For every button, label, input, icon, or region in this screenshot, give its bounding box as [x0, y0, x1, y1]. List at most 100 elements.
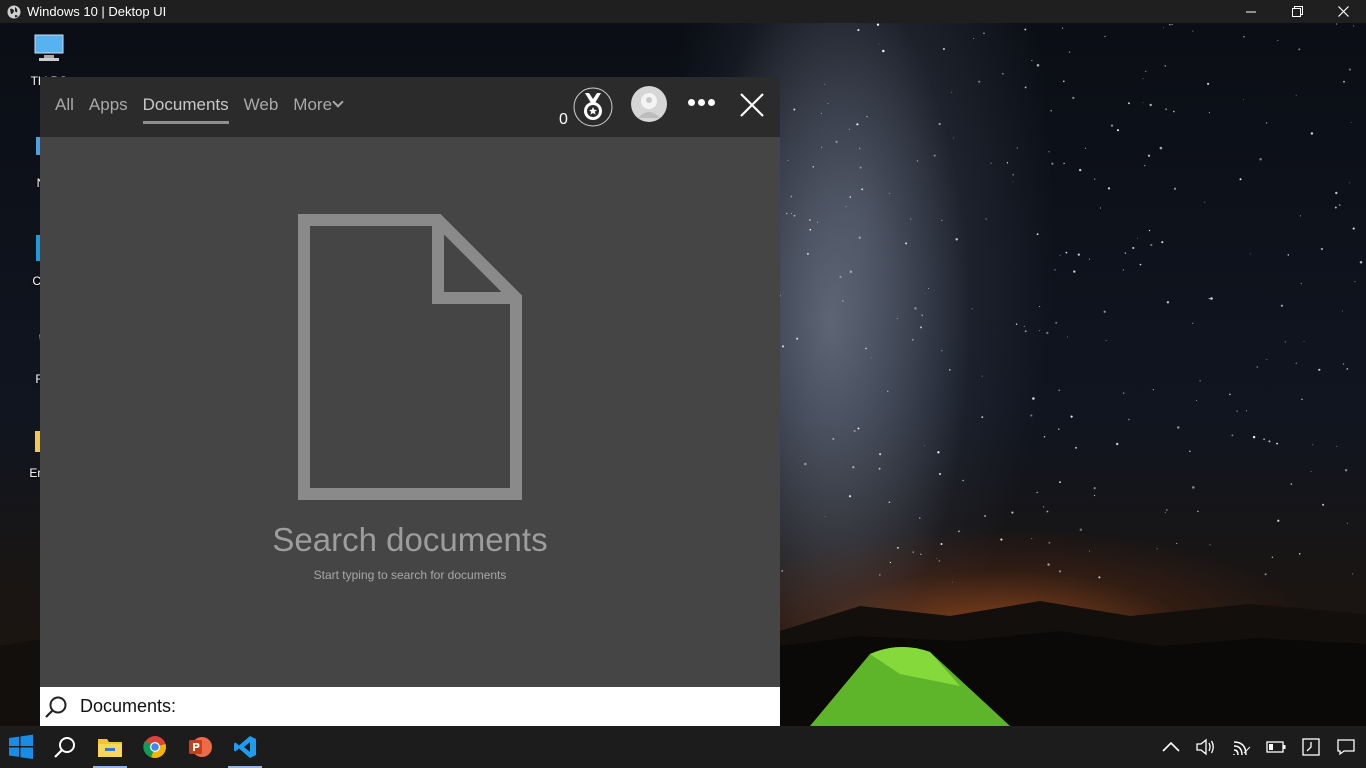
rewards-points: 0 [559, 111, 568, 128]
star [849, 196, 852, 198]
taskbar-file-explorer[interactable] [89, 726, 131, 768]
star [942, 47, 945, 51]
star [1299, 215, 1302, 217]
star [1142, 102, 1144, 104]
star [914, 307, 917, 310]
star [1050, 109, 1053, 112]
tray-network[interactable] [1225, 726, 1259, 768]
star [1024, 330, 1027, 333]
tab-documents[interactable]: Documents [142, 95, 229, 124]
vscode-icon [234, 736, 256, 758]
star [804, 462, 807, 466]
star [1236, 410, 1238, 412]
star [1341, 310, 1343, 312]
tray-notifications[interactable] [1329, 726, 1363, 768]
star [1322, 503, 1325, 506]
star [984, 514, 987, 518]
restore-button[interactable] [1274, 0, 1320, 23]
star [790, 195, 793, 198]
medal-icon[interactable] [573, 87, 613, 127]
dot [687, 98, 695, 106]
star [990, 162, 992, 164]
star [1268, 440, 1271, 443]
star [1110, 124, 1114, 127]
tab-web[interactable]: Web [244, 95, 279, 124]
star [1023, 325, 1025, 328]
star [1163, 26, 1164, 28]
star [1001, 72, 1004, 75]
star [1242, 98, 1244, 101]
star [1059, 254, 1061, 256]
star [1058, 389, 1061, 392]
tray-volume[interactable] [1189, 726, 1223, 768]
taskbar-vscode[interactable] [224, 726, 266, 768]
this-pc-icon [34, 34, 64, 61]
taskbar-chrome[interactable] [134, 726, 176, 768]
star [1298, 48, 1301, 51]
minimize-button[interactable] [1228, 0, 1274, 23]
star [1107, 187, 1111, 190]
empty-state-subtitle: Start typing to search for documents [313, 568, 507, 582]
globe-icon [7, 5, 21, 18]
search-input[interactable] [180, 692, 770, 720]
star [1012, 181, 1014, 183]
star [1354, 281, 1356, 283]
star [1346, 522, 1348, 524]
taskbar-search-button[interactable] [44, 726, 86, 768]
tab-label: Documents [142, 95, 229, 114]
star [1336, 23, 1338, 25]
close-window-button[interactable] [1320, 0, 1366, 23]
star [1039, 306, 1041, 308]
search-scope-label: Documents: [80, 696, 177, 716]
star [924, 292, 926, 294]
restore-icon [1291, 6, 1303, 17]
tab-more[interactable]: More [293, 95, 344, 124]
star [809, 219, 811, 221]
star [1043, 436, 1046, 438]
star [951, 91, 953, 93]
star [845, 206, 847, 208]
star [1051, 162, 1054, 165]
taskbar-powerpoint[interactable] [179, 726, 221, 768]
user-avatar[interactable] [631, 86, 667, 122]
star [955, 238, 958, 241]
star [1208, 297, 1210, 300]
star [1166, 509, 1168, 511]
star [1290, 483, 1293, 485]
more-options-button[interactable] [685, 91, 717, 113]
star [1204, 201, 1206, 203]
star [952, 137, 954, 139]
tray-show-hidden[interactable] [1154, 726, 1188, 768]
star [816, 221, 819, 223]
star [820, 112, 822, 114]
star [1093, 178, 1096, 180]
star [870, 357, 872, 359]
star [938, 560, 941, 562]
file-explorer-icon [98, 739, 122, 757]
star [1209, 544, 1211, 546]
tab-label: More [293, 95, 333, 114]
close-panel-icon[interactable] [738, 91, 766, 119]
star [866, 116, 868, 118]
star [853, 429, 856, 433]
star [1147, 154, 1151, 157]
dot [697, 98, 705, 106]
star [793, 214, 796, 217]
start-button[interactable] [0, 726, 42, 768]
star [1310, 132, 1314, 135]
star [835, 140, 838, 144]
star [1192, 322, 1194, 324]
empty-state-title: Search documents [272, 521, 548, 558]
star [1197, 510, 1199, 513]
star [1144, 70, 1147, 73]
star [1073, 270, 1076, 273]
tab-apps[interactable]: Apps [89, 95, 128, 124]
tab-all[interactable]: All [55, 95, 74, 124]
star [1192, 486, 1195, 489]
tray-clock[interactable] [1294, 726, 1328, 768]
star [882, 49, 885, 53]
star [1263, 438, 1265, 441]
tray-battery[interactable] [1259, 726, 1293, 768]
star [1105, 340, 1107, 342]
volume-icon [1196, 738, 1214, 756]
